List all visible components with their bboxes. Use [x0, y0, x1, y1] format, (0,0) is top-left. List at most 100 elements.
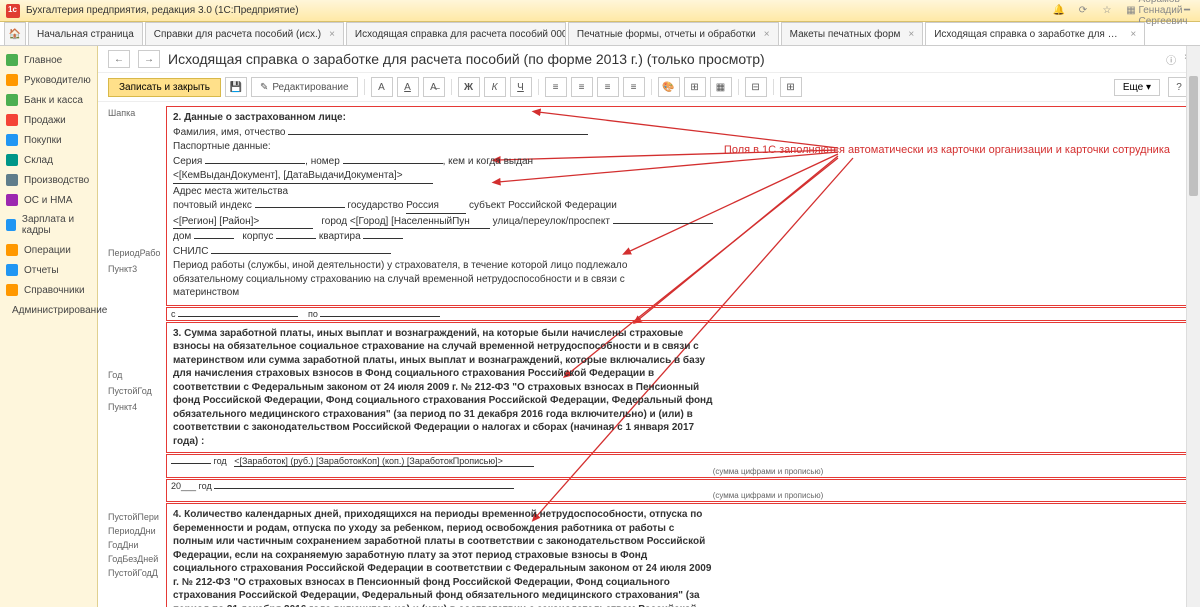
bold-button[interactable]: Ж — [458, 77, 480, 97]
sidebar-item[interactable]: Администрирование — [0, 300, 97, 320]
field-series[interactable] — [205, 163, 305, 164]
sidebar-item[interactable]: Продажи — [0, 110, 97, 130]
app-title: Бухгалтерия предприятия, редакция 3.0 (1… — [26, 5, 299, 16]
sidebar-item[interactable]: Операции — [0, 240, 97, 260]
sidebar-item[interactable]: ОС и НМА — [0, 190, 97, 210]
border-button[interactable]: ⊞ — [684, 77, 706, 97]
close-icon[interactable]: × — [329, 29, 335, 40]
star-icon — [6, 54, 18, 66]
field-issued[interactable]: <[КемВыданДокумент], [ДатаВыдачиДокумент… — [173, 169, 433, 184]
row-label: Пункт4 — [108, 400, 166, 510]
separator — [364, 79, 365, 95]
font-button[interactable]: A — [397, 77, 419, 97]
star-icon[interactable]: ☆ — [1100, 4, 1114, 18]
nav-fwd-button[interactable]: → — [138, 50, 160, 68]
ops-icon — [6, 244, 18, 256]
align-right-button[interactable]: ≡ — [597, 77, 619, 97]
label: Адрес места жительства — [173, 186, 288, 197]
close-icon[interactable]: × — [908, 29, 914, 40]
align-justify-button[interactable]: ≡ — [623, 77, 645, 97]
tab-spravki[interactable]: Справки для расчета пособий (исх.)× — [145, 22, 344, 45]
field-flat[interactable] — [363, 238, 403, 239]
field-region[interactable]: <[Регион] [Район]> — [173, 215, 313, 230]
field-state[interactable]: Россия — [406, 199, 466, 214]
align-left-button[interactable]: ≡ — [545, 77, 567, 97]
titlebar-actions: 🔔 ⟳ ☆ ▦ Абрамов Геннадий Сергеевич ━ — [1052, 4, 1194, 18]
sidebar-item[interactable]: Производство — [0, 170, 97, 190]
field-year[interactable] — [171, 463, 211, 464]
sidebar-item[interactable]: Склад — [0, 150, 97, 170]
close-icon[interactable]: × — [764, 29, 770, 40]
vertical-scrollbar[interactable] — [1186, 46, 1200, 607]
border-button[interactable]: ▦ — [710, 77, 732, 97]
italic-button[interactable]: К — [484, 77, 506, 97]
tab-print[interactable]: Печатные формы, отчеты и обработки × — [568, 22, 779, 45]
tab-templates[interactable]: Макеты печатных форм× — [781, 22, 924, 45]
field-from[interactable] — [178, 316, 298, 317]
tab-home[interactable]: 🏠 — [4, 22, 26, 45]
label: по — [308, 309, 318, 319]
list-button[interactable]: ⊞ — [780, 77, 802, 97]
label: Серия — [173, 156, 202, 167]
scrollbar-thumb[interactable] — [1189, 76, 1198, 196]
save-button[interactable]: 💾 — [225, 77, 247, 97]
toolbar: Записать и закрыть 💾 ✎ Редактирование A … — [98, 73, 1200, 102]
sidebar-item[interactable]: Зарплата и кадры — [0, 210, 97, 240]
more-button[interactable]: Еще ▾ — [1114, 79, 1160, 96]
field-index[interactable] — [255, 207, 345, 208]
period-text: Период работы (службы, иной деятельности… — [173, 259, 693, 300]
field-house[interactable] — [194, 238, 234, 239]
field-number[interactable] — [343, 163, 443, 164]
separator — [451, 79, 452, 95]
sidebar-label: ОС и НМА — [24, 195, 72, 206]
sidebar-item[interactable]: Отчеты — [0, 260, 97, 280]
save-close-button[interactable]: Записать и закрыть — [108, 78, 221, 97]
sidebar-label: Склад — [24, 155, 53, 166]
sidebar-label: Операции — [24, 245, 71, 256]
merge-button[interactable]: ⊟ — [745, 77, 767, 97]
align-center-button[interactable]: ≡ — [571, 77, 593, 97]
label: корпус — [242, 231, 273, 242]
tab-label: Начальная страница — [37, 29, 134, 40]
label: Фамилия, имя, отчество — [173, 127, 286, 138]
sidebar-item[interactable]: Справочники — [0, 280, 97, 300]
sidebar-item[interactable]: Руководителю — [0, 70, 97, 90]
field-fio[interactable] — [288, 134, 588, 135]
row-period: с по — [166, 307, 1190, 321]
sidebar-item[interactable]: Банк и касса — [0, 90, 97, 110]
sidebar-item-main[interactable]: Главное — [0, 50, 97, 70]
nav-back-button[interactable]: ← — [108, 50, 130, 68]
label: государство — [347, 200, 403, 211]
color-button[interactable]: 🎨 — [658, 77, 680, 97]
field-zarab[interactable]: <[Заработок] (руб.) [ЗаработокКоп] (коп.… — [234, 456, 534, 467]
field-to[interactable] — [320, 316, 440, 317]
field-city[interactable]: <[Город] [НаселенныйПун — [350, 215, 490, 230]
sidebar-item[interactable]: Покупки — [0, 130, 97, 150]
row-pustoigod: 20___ год (сумма цифрами и прописью) — [166, 479, 1190, 502]
minimize-icon[interactable]: ━ — [1180, 4, 1194, 18]
tab-label: Печатные формы, отчеты и обработки — [577, 29, 756, 40]
bell-icon[interactable]: 🔔 — [1052, 4, 1066, 18]
document-content[interactable]: Поля в 1С заполняются автоматически из к… — [98, 102, 1200, 607]
font-button[interactable]: A̶ — [423, 77, 445, 97]
tab-doc[interactable]: Исходящая справка для расчета пособий 00… — [346, 22, 566, 45]
field-snils[interactable] — [211, 253, 391, 254]
edit-button[interactable]: ✎ Редактирование — [251, 77, 358, 97]
sidebar-label: Продажи — [24, 115, 66, 126]
user-label[interactable]: Абрамов Геннадий Сергеевич — [1156, 4, 1170, 18]
field-street[interactable] — [613, 223, 713, 224]
field-korpus[interactable] — [276, 238, 316, 239]
underline-button[interactable]: Ч — [510, 77, 532, 97]
info-icon[interactable]: ⓘ — [1166, 52, 1176, 67]
field-empty[interactable] — [214, 488, 514, 489]
grid-icon[interactable]: ▦ — [1124, 4, 1138, 18]
label: СНИЛС — [173, 246, 208, 257]
row-label: ПериодДни — [108, 524, 166, 538]
font-button[interactable]: A — [371, 77, 393, 97]
tab-current[interactable]: Исходящая справка о заработке для расчет… — [925, 22, 1145, 45]
history-icon[interactable]: ⟳ — [1076, 4, 1090, 18]
label: с — [171, 309, 176, 319]
tab-start-page[interactable]: Начальная страница — [28, 22, 143, 45]
close-icon[interactable]: × — [1130, 29, 1136, 40]
label: улица/переулок/проспект — [493, 216, 610, 227]
